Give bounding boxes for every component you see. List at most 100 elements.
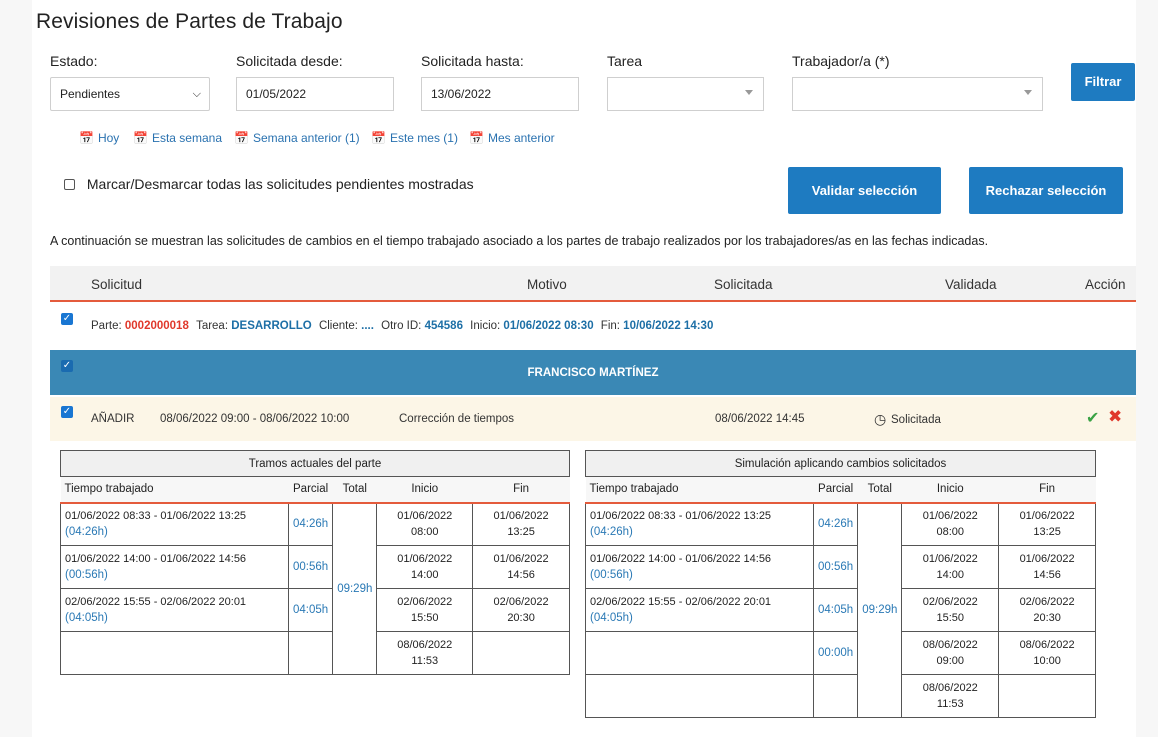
calendar-icon: 📅 (469, 131, 484, 145)
segment-range: 01/06/2022 08:33 - 01/06/2022 13:25 (590, 510, 772, 523)
segment-range: 02/06/2022 15:55 - 02/06/2022 20:01 (590, 596, 772, 608)
tarea-label: Tarea: (196, 320, 229, 332)
segment-end-time: 20:30 (507, 612, 535, 624)
request-solicitada: 08/06/2022 14:45 (715, 413, 805, 425)
segment-start-date: 01/06/2022 (397, 510, 453, 523)
table-row: 01/06/2022 14:00 - 01/06/2022 14:56 (00:5… (584, 545, 1096, 589)
tarea-label: Tarea (607, 53, 643, 69)
quick-este-mes[interactable]: 📅 Este mes (1) (371, 131, 458, 145)
clock-icon: ◷ (874, 411, 887, 427)
segment-duration: (04:05h) (590, 612, 633, 624)
segment-start-time: 14:00 (411, 569, 439, 581)
tarea-value: DESARROLLO (231, 320, 312, 332)
segment-end-date: 02/06/2022 (1019, 596, 1075, 608)
trabajador-select[interactable] (792, 77, 1043, 111)
select-all-row: Marcar/Desmarcar todas las solicitudes p… (64, 175, 474, 192)
cliente-value: .... (361, 320, 374, 332)
request-type: AÑADIR (91, 413, 135, 425)
worker-group-bar: ✓ FRANCISCO MARTÍNEZ (50, 350, 1136, 395)
request-range: 08/06/2022 09:00 - 08/06/2022 10:00 (160, 413, 350, 425)
hdr-fin: Fin (472, 476, 570, 504)
otro-id-value: 454586 (424, 320, 463, 332)
quick-hoy-label: Hoy (97, 131, 120, 145)
otro-id-label: Otro ID: (381, 320, 422, 332)
segment-start-date: 02/06/2022 (922, 596, 978, 608)
calendar-icon: 📅 (79, 131, 94, 145)
current-caption: Tramos actuales del parte (60, 450, 570, 477)
reject-icon[interactable]: ✖ (1108, 407, 1122, 427)
segment-duration: (04:05h) (65, 612, 108, 624)
segment-start-date: 08/06/2022 (397, 639, 453, 651)
segment-end-time: 10:00 (1033, 655, 1061, 667)
hdr-parcial: Parcial (288, 476, 333, 504)
caret-down-icon (1024, 90, 1032, 95)
desde-label: Solicitada desde: (236, 53, 343, 69)
filtrar-button[interactable]: Filtrar (1071, 63, 1135, 101)
segment-end-time: 13:25 (507, 526, 535, 539)
chevron-down-icon: ⌵ (192, 88, 201, 100)
quick-semana-anterior[interactable]: 📅 Semana anterior (1) (234, 131, 360, 145)
hasta-input[interactable]: 13/06/2022 (421, 77, 579, 111)
calendar-icon: 📅 (133, 131, 148, 145)
segment-parcial: 04:05h (287, 588, 334, 632)
segment-start-time: 15:50 (411, 612, 439, 624)
trabajador-label: Trabajador/a (*) (792, 53, 890, 69)
part-checkbox[interactable]: ✓ (61, 313, 73, 325)
table-row: 02/06/2022 15:55 - 02/06/2022 20:01 (04:0… (584, 588, 1096, 632)
segment-end-date: 01/06/2022 (493, 510, 549, 523)
segment-end-date: 08/06/2022 (1019, 639, 1075, 651)
col-validada: Validada (945, 277, 997, 292)
hdr-inicio: Inicio (901, 476, 999, 504)
segment-end-date: 01/06/2022 (1019, 553, 1075, 565)
simulation-table: Simulación aplicando cambios solicitados… (584, 450, 1096, 718)
approve-icon[interactable]: ✔ (1086, 408, 1099, 428)
part-info: Parte: 0002000018 Tarea: DESARROLLO Clie… (91, 320, 713, 332)
segment-range: 01/06/2022 14:00 - 01/06/2022 14:56 (65, 553, 247, 565)
calendar-icon: 📅 (371, 131, 386, 145)
segment-parcial: 04:26h (813, 502, 859, 546)
col-motivo: Motivo (527, 277, 567, 292)
segment-parcial: 00:56h (813, 545, 859, 589)
segment-end-date: 01/06/2022 (1019, 510, 1075, 523)
hasta-label: Solicitada hasta: (421, 53, 524, 69)
quick-este-mes-label: Este mes (1) (389, 131, 458, 145)
rechazar-button[interactable]: Rechazar selección (969, 167, 1123, 214)
fin-label: Fin: (600, 320, 620, 332)
worker-name: FRANCISCO MARTÍNEZ (527, 367, 659, 379)
fin-value: 10/06/2022 14:30 (623, 320, 714, 332)
parte-link[interactable]: 0002000018 (125, 320, 189, 332)
segment-range: 01/06/2022 08:33 - 01/06/2022 13:25 (65, 510, 247, 523)
col-accion: Acción (1085, 277, 1126, 292)
segment-start-time: 11:53 (936, 698, 964, 710)
request-checkbox[interactable]: ✓ (61, 406, 73, 418)
segment-start-time: 08:00 (936, 526, 965, 539)
desde-input[interactable]: 01/05/2022 (236, 77, 394, 111)
quick-mes-anterior-label: Mes anterior (487, 131, 555, 145)
tarea-select[interactable] (607, 77, 764, 111)
validar-button[interactable]: Validar selección (788, 167, 941, 214)
segment-start-time: 15:50 (936, 612, 965, 624)
hdr-tiempo: Tiempo trabajado (585, 476, 814, 504)
quick-esta-semana-label: Esta semana (151, 131, 222, 145)
segment-start-time: 11:53 (411, 655, 439, 667)
quick-mes-anterior[interactable]: 📅 Mes anterior (469, 131, 555, 145)
quick-esta-semana[interactable]: 📅 Esta semana (133, 131, 222, 145)
segment-range: 02/06/2022 15:55 - 02/06/2022 20:01 (65, 596, 247, 608)
segment-end-date: 01/06/2022 (493, 553, 549, 565)
hdr-tiempo: Tiempo trabajado (60, 476, 289, 504)
segment-end-time: 14:56 (1033, 569, 1061, 581)
segment-parcial: 00:56h (287, 545, 334, 589)
segment-start-date: 01/06/2022 (397, 553, 453, 565)
table-row: 01/06/2022 08:33 - 01/06/2022 13:25 (04:2… (60, 502, 570, 675)
page-title: Revisiones de Partes de Trabajo (36, 10, 343, 33)
segment-parcial: 00:00h (813, 631, 859, 675)
request-row: ✓ AÑADIR 08/06/2022 09:00 - 08/06/2022 1… (50, 397, 1136, 441)
select-all-checkbox[interactable] (64, 178, 75, 190)
col-solicitada: Solicitada (714, 277, 773, 292)
quick-semana-anterior-label: Semana anterior (1) (252, 131, 360, 145)
hdr-fin: Fin (998, 476, 1096, 504)
segments-total: 09:29h (857, 502, 903, 718)
segment-start-time: 14:00 (936, 569, 965, 581)
estado-select[interactable]: Pendientes ⌵ (50, 77, 210, 111)
quick-hoy[interactable]: 📅 Hoy (79, 131, 119, 145)
